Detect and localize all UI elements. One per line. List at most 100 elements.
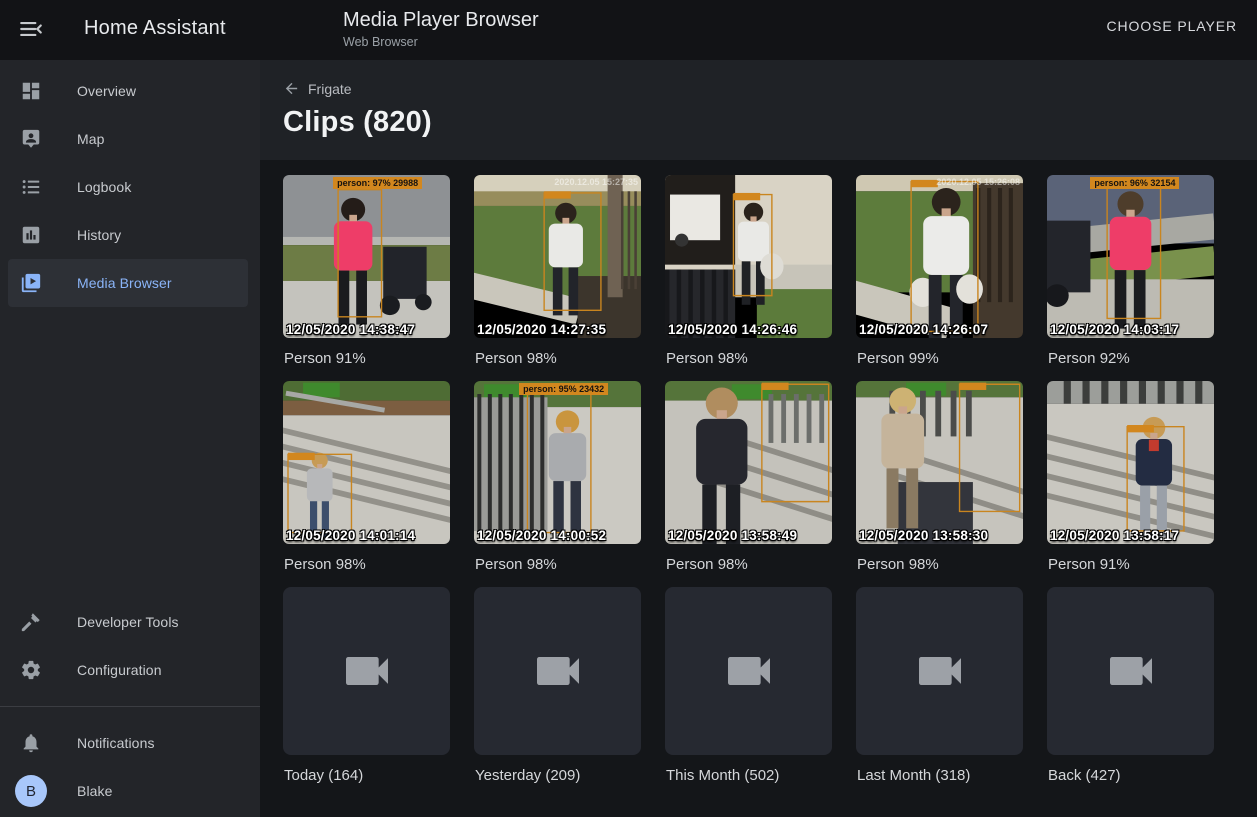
clip-thumbnail[interactable]: 12/05/2020 14:27:35 2020.12.05 15:27:35 xyxy=(474,175,641,338)
main-content: Frigate Clips (820) 12/05/2020 14:38:47 … xyxy=(260,60,1257,817)
clip-thumbnail[interactable]: 12/05/2020 13:58:49 xyxy=(665,381,832,544)
videocam-icon xyxy=(1103,643,1159,699)
media-browser-header: Frigate Clips (820) xyxy=(260,60,1257,160)
clip-caption: Person 98% xyxy=(475,556,641,573)
detection-tag: person: 95% 23432 xyxy=(519,383,608,395)
clip-timestamp-overlay: 12/05/2020 14:26:07 xyxy=(859,322,988,337)
clip-thumbnail[interactable]: 12/05/2020 14:26:07 2020.12.05 15:26:08 xyxy=(856,175,1023,338)
choose-player-button[interactable]: CHOOSE PLAYER xyxy=(1107,18,1237,34)
folder-item-yesterday-209[interactable]: Yesterday (209) xyxy=(474,587,641,784)
clip-thumbnail[interactable]: 12/05/2020 14:03:17 person: 96% 32154 xyxy=(1047,175,1214,338)
arrow-left-icon xyxy=(283,80,300,97)
folder-label: This Month (502) xyxy=(666,767,832,784)
clip-thumbnail[interactable]: 12/05/2020 14:01:14 xyxy=(283,381,450,544)
folder-item-this-month-502[interactable]: This Month (502) xyxy=(665,587,832,784)
clip-timestamp-overlay: 12/05/2020 13:58:17 xyxy=(1050,528,1179,543)
folder-card[interactable] xyxy=(665,587,832,755)
clip-timestamp-overlay: 12/05/2020 14:27:35 xyxy=(477,322,606,337)
clip-timestamp-overlay: 12/05/2020 14:03:17 xyxy=(1050,322,1179,337)
clip-timestamp-overlay: 12/05/2020 13:58:30 xyxy=(859,528,988,543)
detection-tag: person: 96% 32154 xyxy=(1090,177,1179,189)
clip-caption: Person 99% xyxy=(857,350,1023,367)
clip-caption: Person 91% xyxy=(1048,556,1214,573)
page-title: Media Player Browser xyxy=(343,9,539,32)
clip-item[interactable]: 12/05/2020 14:38:47 person: 97% 29988 Pe… xyxy=(283,175,450,367)
sidebar-item-developer-tools[interactable]: Developer Tools xyxy=(8,598,248,646)
folder-label: Back (427) xyxy=(1048,767,1214,784)
clip-thumbnail[interactable]: 12/05/2020 14:26:46 xyxy=(665,175,832,338)
folder-item-back-427[interactable]: Back (427) xyxy=(1047,587,1214,784)
folder-card[interactable] xyxy=(474,587,641,755)
folder-card[interactable] xyxy=(1047,587,1214,755)
sidebar-item-logbook[interactable]: Logbook xyxy=(8,163,248,211)
app-title: Home Assistant xyxy=(84,17,226,40)
clip-timestamp-overlay: 12/05/2020 14:38:47 xyxy=(286,322,415,337)
folder-label: Yesterday (209) xyxy=(475,767,641,784)
videocam-icon xyxy=(530,643,586,699)
videocam-icon xyxy=(912,643,968,699)
detection-tag: person: 97% 29988 xyxy=(333,177,422,189)
folder-label: Last Month (318) xyxy=(857,767,1023,784)
sidebar-item-label: Notifications xyxy=(77,735,155,751)
avatar: B xyxy=(15,775,47,807)
page-subtitle: Web Browser xyxy=(343,35,539,49)
camera-osd-timestamp: 2020.12.05 15:27:35 xyxy=(554,177,638,187)
clip-item[interactable]: 12/05/2020 14:03:17 person: 96% 32154 Pe… xyxy=(1047,175,1214,367)
clip-timestamp-overlay: 12/05/2020 14:01:14 xyxy=(286,528,415,543)
folder-item-last-month-318[interactable]: Last Month (318) xyxy=(856,587,1023,784)
dashboard-icon xyxy=(15,79,47,103)
hammer-icon xyxy=(15,610,47,634)
gear-icon xyxy=(15,658,47,682)
breadcrumb-label: Frigate xyxy=(308,81,352,97)
sidebar-item-map[interactable]: Map xyxy=(8,115,248,163)
top-app-bar: Home Assistant Media Player Browser Web … xyxy=(0,0,1257,60)
clip-item[interactable]: 12/05/2020 14:00:52 person: 95% 23432 Pe… xyxy=(474,381,641,573)
sidebar-item-media-browser[interactable]: Media Browser xyxy=(8,259,248,307)
clip-item[interactable]: 12/05/2020 13:58:30 Person 98% xyxy=(856,381,1023,573)
clip-timestamp-overlay: 12/05/2020 13:58:49 xyxy=(668,528,797,543)
folder-card[interactable] xyxy=(283,587,450,755)
clip-timestamp-overlay: 12/05/2020 14:26:46 xyxy=(668,322,797,337)
clip-caption: Person 98% xyxy=(857,556,1023,573)
clip-item[interactable]: 12/05/2020 13:58:17 Person 91% xyxy=(1047,381,1214,573)
clip-item[interactable]: 12/05/2020 14:26:07 2020.12.05 15:26:08 … xyxy=(856,175,1023,367)
folder-card[interactable] xyxy=(856,587,1023,755)
clip-thumbnail[interactable]: 12/05/2020 14:38:47 person: 97% 29988 xyxy=(283,175,450,338)
sidebar-item-configuration[interactable]: Configuration xyxy=(8,646,248,694)
breadcrumb-back-link[interactable]: Frigate xyxy=(283,80,352,97)
page-heading: Clips (820) xyxy=(283,106,1257,139)
logbook-icon xyxy=(15,175,47,199)
history-icon xyxy=(15,223,47,247)
sidebar-item-user[interactable]: B Blake xyxy=(8,767,248,815)
bell-icon xyxy=(15,731,47,755)
clip-thumbnail[interactable]: 12/05/2020 13:58:17 xyxy=(1047,381,1214,544)
clip-item[interactable]: 12/05/2020 14:27:35 2020.12.05 15:27:35 … xyxy=(474,175,641,367)
clip-caption: Person 98% xyxy=(475,350,641,367)
menu-open-icon xyxy=(18,29,44,46)
media-grid-container: 12/05/2020 14:38:47 person: 97% 29988 Pe… xyxy=(260,160,1257,817)
sidebar-toggle-button[interactable] xyxy=(18,16,46,44)
sidebar-spacer xyxy=(0,307,260,598)
map-icon xyxy=(15,127,47,151)
sidebar: Overview Map Logbook History Media Brows… xyxy=(0,60,260,817)
clip-timestamp-overlay: 12/05/2020 14:00:52 xyxy=(477,528,606,543)
clip-item[interactable]: 12/05/2020 13:58:49 Person 98% xyxy=(665,381,832,573)
clip-item[interactable]: 12/05/2020 14:01:14 Person 98% xyxy=(283,381,450,573)
folder-item-today-164[interactable]: Today (164) xyxy=(283,587,450,784)
camera-osd-timestamp: 2020.12.05 15:26:08 xyxy=(936,177,1020,187)
videocam-icon xyxy=(721,643,777,699)
clip-thumbnail[interactable]: 12/05/2020 13:58:30 xyxy=(856,381,1023,544)
clip-caption: Person 98% xyxy=(666,350,832,367)
clip-caption: Person 98% xyxy=(666,556,832,573)
sidebar-item-notifications[interactable]: Notifications xyxy=(8,719,248,767)
folder-label: Today (164) xyxy=(284,767,450,784)
clip-item[interactable]: 12/05/2020 14:26:46 Person 98% xyxy=(665,175,832,367)
clip-caption: Person 91% xyxy=(284,350,450,367)
clip-caption: Person 92% xyxy=(1048,350,1214,367)
sidebar-item-history[interactable]: History xyxy=(8,211,248,259)
clip-caption: Person 98% xyxy=(284,556,450,573)
clip-thumbnail[interactable]: 12/05/2020 14:00:52 person: 95% 23432 xyxy=(474,381,641,544)
user-name: Blake xyxy=(77,783,113,799)
sidebar-item-overview[interactable]: Overview xyxy=(8,67,248,115)
videocam-icon xyxy=(339,643,395,699)
